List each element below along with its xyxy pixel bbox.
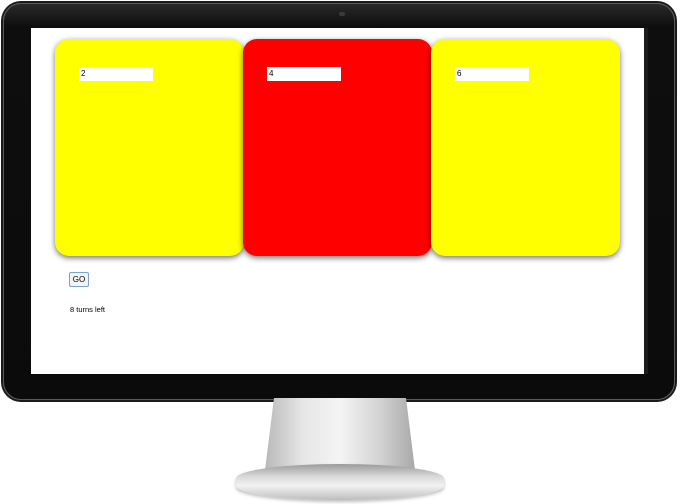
card-1[interactable] [55, 39, 244, 256]
card-1-value-field[interactable] [79, 67, 153, 81]
camera-icon [339, 12, 345, 16]
screen-edge [644, 28, 648, 374]
card-row [55, 39, 621, 256]
screen: GO 8 turns left [31, 28, 644, 374]
go-button[interactable]: GO [69, 272, 89, 287]
monitor-stand-neck [265, 398, 415, 470]
monitor-stand-base [236, 464, 444, 500]
card-2[interactable] [243, 39, 432, 256]
card-3-value-field[interactable] [455, 67, 529, 81]
card-3[interactable] [431, 39, 620, 256]
turns-left-text: 8 turns left [70, 305, 106, 314]
card-2-value-field[interactable] [267, 67, 341, 81]
